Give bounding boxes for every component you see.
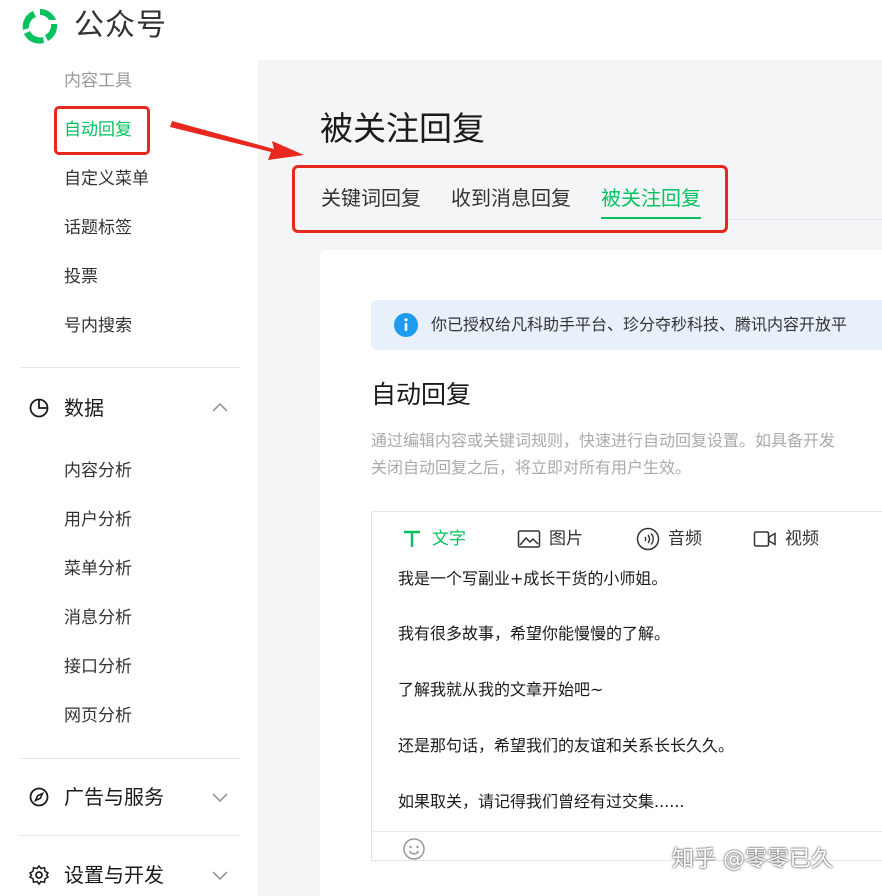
sidebar-item-content-analysis[interactable]: 内容分析 xyxy=(64,459,132,483)
sidebar-item-auto-reply[interactable]: 自动回复 xyxy=(64,118,132,142)
sidebar-divider xyxy=(20,835,240,836)
authorization-notice: 你已授权给凡科助手平台、珍分夺秒科技、腾讯内容开放平 xyxy=(371,300,882,350)
toolbar-label: 音频 xyxy=(668,529,702,549)
sidebar-group-label: 设置与开发 xyxy=(64,863,164,887)
chevron-down-icon xyxy=(212,871,228,881)
tab-follow-reply[interactable]: 被关注回复 xyxy=(601,184,701,212)
editor-footer-divider xyxy=(372,831,882,832)
reply-content-line: 了解我就从我的文章开始吧~ xyxy=(398,680,604,699)
tab-keyword-reply[interactable]: 关键词回复 xyxy=(321,184,421,212)
sidebar: 内容工具 自动回复 自定义菜单 话题标签 投票 号内搜索 数据 内容分析 用户分… xyxy=(0,60,258,896)
reply-content-line: 如果取关，请记得我们曾经有过交集...... xyxy=(398,792,685,811)
active-tab-underline xyxy=(601,217,701,219)
sidebar-item-user-analysis[interactable]: 用户分析 xyxy=(64,508,132,532)
emoji-icon[interactable] xyxy=(402,837,426,861)
top-bar: 公众号 xyxy=(0,0,882,60)
sidebar-item-in-account-search[interactable]: 号内搜索 xyxy=(64,314,132,338)
chevron-down-icon xyxy=(212,793,228,803)
tabs-divider xyxy=(728,219,882,220)
compass-icon xyxy=(29,787,49,807)
wechat-official-account-logo-icon xyxy=(22,8,58,44)
text-icon xyxy=(404,530,420,547)
sidebar-item-menu-analysis[interactable]: 菜单分析 xyxy=(64,557,132,581)
gear-icon xyxy=(28,864,50,886)
pie-chart-icon xyxy=(29,398,49,418)
section-description: 通过编辑内容或关键词规则，快速进行自动回复设置。如具备开发 xyxy=(371,431,836,450)
notice-text: 你已授权给凡科助手平台、珍分夺秒科技、腾讯内容开放平 xyxy=(431,315,848,334)
sidebar-item-topic-tags[interactable]: 话题标签 xyxy=(64,216,132,240)
chevron-up-icon xyxy=(212,402,228,412)
watermark: 知乎 @零零已久 xyxy=(672,847,833,872)
sidebar-group-label: 广告与服务 xyxy=(64,785,164,809)
sidebar-group-ads-services[interactable]: 广告与服务 xyxy=(28,783,238,811)
toolbar-label: 视频 xyxy=(785,529,819,549)
section-title: 自动回复 xyxy=(371,380,472,409)
sidebar-divider xyxy=(20,758,240,759)
reply-content-line: 还是那句话，希望我们的友谊和关系长长久久。 xyxy=(398,736,735,755)
sidebar-group-data[interactable]: 数据 xyxy=(28,394,238,422)
sidebar-item-content-tools[interactable]: 内容工具 xyxy=(64,69,132,93)
reply-content-line: 我是一个写副业+成长干货的小师姐。 xyxy=(398,569,668,588)
sidebar-item-webpage-analysis[interactable]: 网页分析 xyxy=(64,704,132,728)
sidebar-group-label: 数据 xyxy=(64,396,104,420)
reply-editor[interactable]: 文字 图片 音频 视频 我是一个写副业+成长干货的小师姐。 我有很多故事，希望你… xyxy=(371,511,882,861)
info-icon xyxy=(394,313,418,337)
sidebar-item-message-analysis[interactable]: 消息分析 xyxy=(64,606,132,630)
section-description: 关闭自动回复之后，将立即对所有用户生效。 xyxy=(371,458,692,477)
toolbar-label: 图片 xyxy=(549,529,583,549)
sidebar-item-api-analysis[interactable]: 接口分析 xyxy=(64,655,132,679)
brand-name: 公众号 xyxy=(74,8,167,43)
image-icon xyxy=(517,530,541,548)
sidebar-group-settings-dev[interactable]: 设置与开发 xyxy=(28,861,238,889)
audio-icon xyxy=(636,527,660,551)
sidebar-item-vote[interactable]: 投票 xyxy=(64,265,98,289)
sidebar-divider xyxy=(20,367,240,368)
video-icon xyxy=(753,531,776,547)
tab-message-reply[interactable]: 收到消息回复 xyxy=(451,184,571,212)
toolbar-label: 文字 xyxy=(432,529,466,549)
reply-content-line: 我有很多故事，希望你能慢慢的了解。 xyxy=(398,624,671,643)
page-title: 被关注回复 xyxy=(320,109,485,148)
sidebar-item-custom-menu[interactable]: 自定义菜单 xyxy=(64,167,149,191)
